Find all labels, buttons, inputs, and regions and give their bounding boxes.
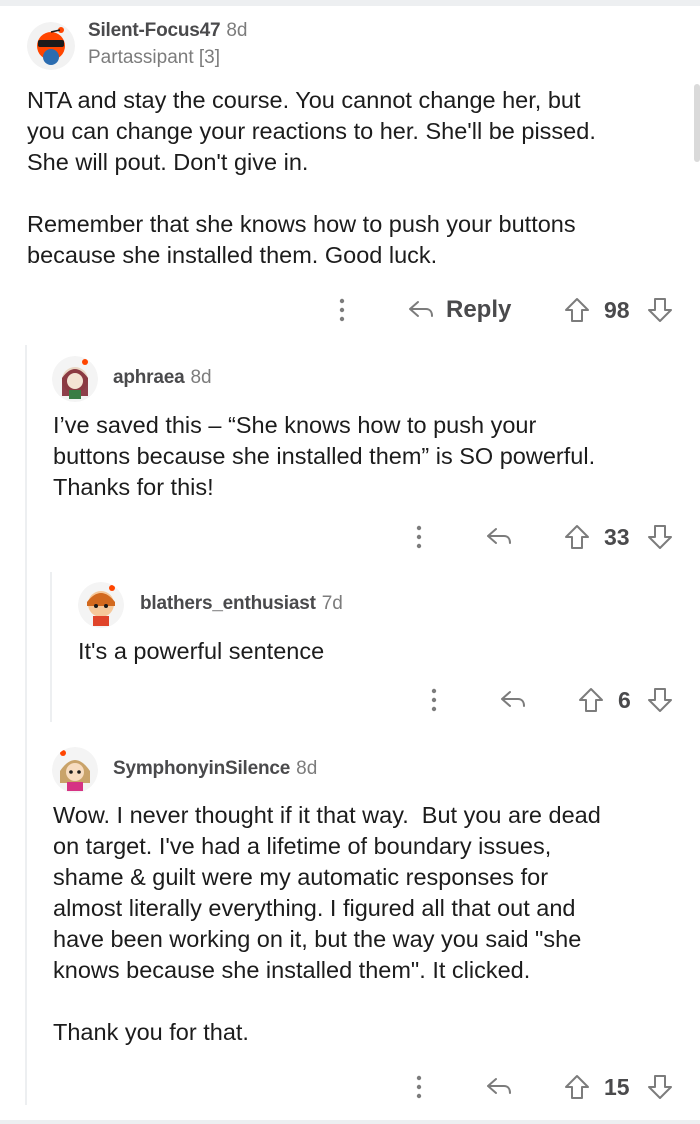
downvote-arrow-icon (648, 688, 672, 712)
reply-button[interactable] (484, 520, 514, 554)
score-value: 6 (618, 686, 631, 713)
reply-label: Reply (446, 296, 512, 323)
user-flair: Partassipant [3] (88, 47, 221, 68)
comment-actions: 15 (0, 1070, 700, 1104)
upvote-button[interactable] (563, 520, 591, 554)
upvote-button[interactable] (563, 293, 591, 327)
downvote-arrow-icon (648, 298, 672, 322)
score-value: 15 (604, 1073, 630, 1100)
upvote-arrow-icon (579, 688, 603, 712)
comment-age: 7d (321, 593, 343, 614)
username[interactable]: aphraea (113, 367, 185, 389)
vote-score: 6 (618, 683, 631, 717)
more-options-icon (339, 298, 345, 322)
score-value: 33 (604, 523, 630, 550)
downvote-button[interactable] (646, 1070, 674, 1104)
avatar-snoo-icon (27, 22, 75, 70)
avatar[interactable] (52, 356, 98, 402)
username[interactable]: blathers_enthusiast (140, 593, 316, 615)
comment-body: I’ve saved this – “She knows how to push… (53, 412, 596, 500)
more-options-button[interactable] (407, 1070, 431, 1104)
upvote-arrow-icon (565, 1075, 589, 1099)
comment-body: NTA and stay the course. You cannot chan… (27, 87, 596, 268)
more-options-button[interactable] (422, 683, 446, 717)
avatar-snoo-icon (52, 747, 98, 793)
reply-button[interactable] (484, 1070, 514, 1104)
avatar[interactable] (27, 22, 75, 70)
reply-arrow-icon (487, 528, 511, 544)
downvote-arrow-icon (648, 525, 672, 549)
more-options-icon (416, 525, 422, 549)
avatar-snoo-icon (52, 356, 98, 402)
avatar[interactable] (78, 582, 124, 628)
comment-actions: Reply 98 (0, 293, 700, 327)
score-value: 98 (604, 296, 630, 323)
comment-body: It's a powerful sentence (78, 638, 325, 664)
comment-actions: 6 (0, 683, 700, 717)
thread-line[interactable] (25, 345, 27, 1105)
comment-age: 8d (190, 367, 212, 388)
username[interactable]: Silent-Focus47 (88, 20, 221, 42)
upvote-button[interactable] (577, 683, 605, 717)
reply-button[interactable]: Reply (406, 293, 511, 327)
scrollbar[interactable] (694, 84, 700, 162)
comment-age: 8d (296, 758, 318, 779)
top-divider (0, 0, 700, 6)
avatar-snoo-icon (78, 582, 124, 628)
more-options-icon (416, 1075, 422, 1099)
downvote-button[interactable] (646, 293, 674, 327)
downvote-button[interactable] (646, 520, 674, 554)
vote-score: 33 (604, 520, 630, 554)
reply-arrow-icon (487, 1078, 511, 1094)
username[interactable]: SymphonyinSilence (113, 758, 290, 780)
reply-button[interactable] (498, 683, 528, 717)
comment-actions: 33 (0, 520, 700, 554)
downvote-arrow-icon (648, 1075, 672, 1099)
avatar[interactable] (52, 747, 98, 793)
comment-age: 8d (226, 20, 248, 41)
comment-body: Wow. I never thought if it that way. But… (53, 802, 601, 1045)
reply-arrow-icon (501, 691, 525, 707)
reply-arrow-icon (409, 301, 433, 317)
vote-score: 98 (604, 293, 630, 327)
upvote-button[interactable] (563, 1070, 591, 1104)
more-options-icon (431, 688, 437, 712)
upvote-arrow-icon (565, 525, 589, 549)
more-options-button[interactable] (330, 293, 354, 327)
bottom-divider (0, 1120, 700, 1124)
downvote-button[interactable] (646, 683, 674, 717)
vote-score: 15 (604, 1070, 630, 1104)
more-options-button[interactable] (407, 520, 431, 554)
upvote-arrow-icon (565, 298, 589, 322)
